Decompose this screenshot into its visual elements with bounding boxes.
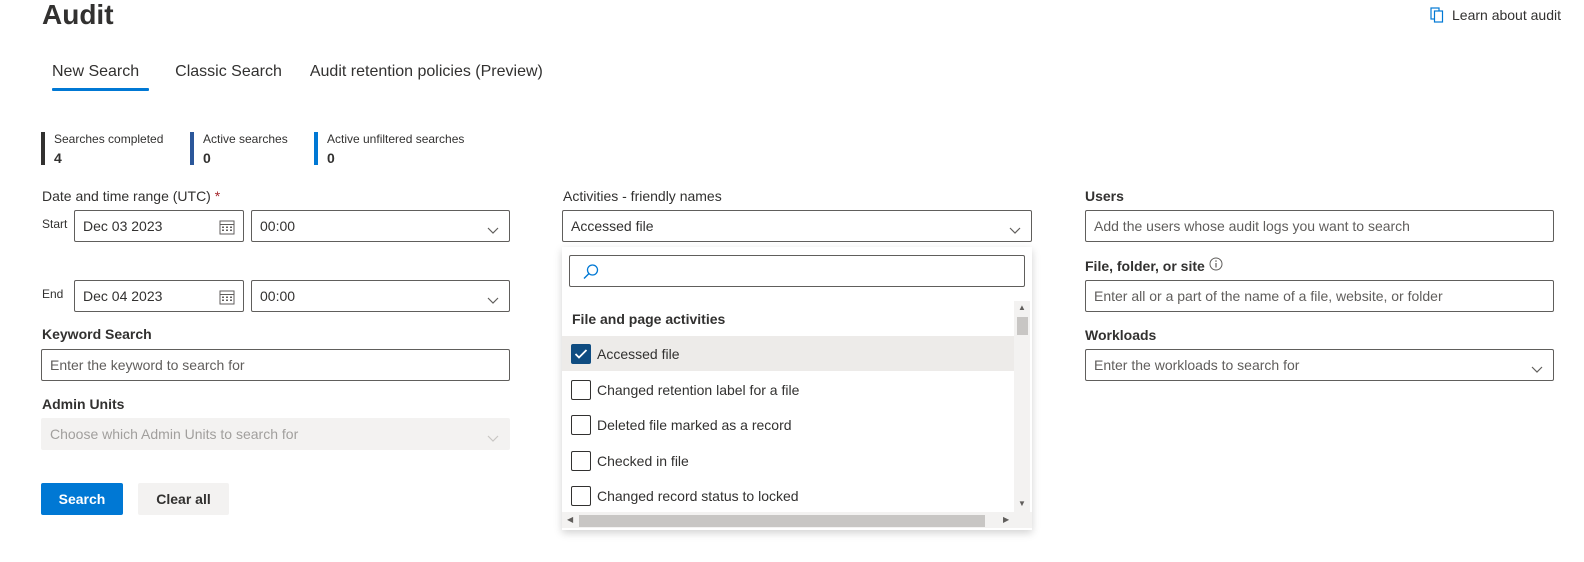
start-date-value: Dec 03 2023 — [83, 218, 163, 234]
search-button[interactable]: Search — [41, 483, 123, 515]
calendar-icon[interactable] — [219, 289, 235, 308]
scrollbar-thumb[interactable] — [579, 515, 985, 527]
checkbox[interactable] — [571, 379, 591, 400]
users-label: Users — [1085, 188, 1124, 204]
tab-new-search[interactable]: New Search — [42, 62, 150, 94]
start-date-input[interactable]: Dec 03 2023 — [74, 210, 244, 242]
calendar-icon[interactable] — [219, 219, 235, 238]
stat-active-unfiltered-searches: Active unfiltered searches 0 — [314, 132, 465, 166]
page-title: Audit — [42, 0, 114, 30]
scroll-right-icon[interactable]: ▶ — [1003, 516, 1009, 524]
workloads-select[interactable]: Enter the workloads to search for — [1085, 349, 1554, 381]
keyword-search-label: Keyword Search — [42, 326, 152, 342]
start-time-select[interactable]: 00:00 — [251, 210, 510, 242]
chevron-down-icon — [1531, 361, 1543, 377]
keyword-search-input[interactable]: Enter the keyword to search for — [41, 349, 510, 381]
activities-selected-value: Accessed file — [571, 218, 654, 234]
option-label: Changed retention label for a file — [597, 381, 800, 398]
checkmark-icon — [574, 348, 588, 359]
scrollbar-thumb[interactable] — [1017, 317, 1028, 335]
horizontal-scrollbar[interactable]: ◀ ▶ — [562, 512, 1032, 528]
stat-label: Active searches — [203, 132, 288, 146]
option-label: Deleted file marked as a record — [597, 416, 792, 433]
end-date-input[interactable]: Dec 04 2023 — [74, 280, 244, 312]
chevron-down-icon — [487, 222, 499, 238]
document-copy-icon — [1430, 7, 1444, 23]
option-label: Changed record status to locked — [597, 487, 799, 504]
option-checked-in-file[interactable]: Checked in file — [562, 443, 1014, 478]
checkbox[interactable] — [571, 414, 591, 435]
option-accessed-file[interactable]: Accessed file — [562, 336, 1014, 371]
scroll-left-icon[interactable]: ◀ — [567, 516, 573, 524]
option-label: Accessed file — [597, 345, 680, 362]
option-changed-record-status-locked[interactable]: Changed record status to locked — [562, 478, 1014, 513]
option-label: Checked in file — [597, 452, 689, 469]
activities-select[interactable]: Accessed file — [562, 210, 1032, 242]
stat-value: 4 — [54, 150, 62, 166]
stat-label: Searches completed — [54, 132, 164, 146]
option-changed-retention-label[interactable]: Changed retention label for a file — [562, 372, 1014, 407]
date-range-label: Date and time range (UTC) * — [42, 187, 220, 205]
end-label: End — [42, 287, 64, 301]
checkbox[interactable] — [571, 485, 591, 506]
tab-bar: New Search Classic Search Audit retentio… — [42, 62, 561, 94]
stat-label: Active unfiltered searches — [327, 132, 465, 146]
stat-value: 0 — [327, 150, 335, 166]
option-deleted-file-record[interactable]: Deleted file marked as a record — [562, 407, 1014, 442]
file-folder-site-label-text: File, folder, or site — [1085, 258, 1205, 274]
chevron-down-icon — [487, 292, 499, 308]
end-time-value: 00:00 — [260, 288, 296, 304]
vertical-scrollbar[interactable]: ▲ ▼ — [1014, 301, 1030, 512]
file-folder-site-input[interactable]: Enter all or a part of the name of a fil… — [1085, 280, 1554, 312]
scroll-up-icon[interactable]: ▲ — [1018, 304, 1026, 312]
learn-about-audit-label: Learn about audit — [1452, 7, 1561, 23]
stat-searches-completed: Searches completed 4 — [41, 132, 164, 166]
required-mark: * — [214, 188, 221, 204]
users-input[interactable]: Add the users whose audit logs you want … — [1085, 210, 1554, 242]
clear-all-button[interactable]: Clear all — [138, 483, 229, 515]
checkbox[interactable] — [571, 450, 591, 471]
admin-units-placeholder: Choose which Admin Units to search for — [50, 426, 299, 442]
workloads-label: Workloads — [1085, 327, 1157, 343]
date-range-label-text: Date and time range (UTC) — [42, 188, 211, 204]
file-folder-site-label: File, folder, or site — [1085, 257, 1223, 275]
start-label: Start — [42, 217, 68, 231]
chevron-down-icon — [487, 430, 499, 446]
tab-audit-retention-policies[interactable]: Audit retention policies (Preview) — [300, 62, 553, 94]
checkbox-checked[interactable] — [571, 343, 591, 364]
info-icon[interactable] — [1209, 257, 1223, 275]
end-time-select[interactable]: 00:00 — [251, 280, 510, 312]
admin-units-label: Admin Units — [42, 396, 125, 412]
admin-units-select: Choose which Admin Units to search for — [41, 418, 510, 450]
activities-dropdown-panel: File and page activities Accessed file C… — [562, 247, 1032, 530]
learn-about-audit-link[interactable]: Learn about audit — [1430, 7, 1561, 23]
start-time-value: 00:00 — [260, 218, 296, 234]
stat-value: 0 — [203, 150, 211, 166]
group-header: File and page activities — [572, 311, 726, 327]
workloads-placeholder: Enter the workloads to search for — [1094, 357, 1300, 373]
activities-label: Activities - friendly names — [563, 188, 722, 204]
scroll-down-icon[interactable]: ▼ — [1018, 500, 1026, 508]
tab-classic-search[interactable]: Classic Search — [165, 62, 292, 94]
chevron-down-icon — [1009, 222, 1021, 238]
end-date-value: Dec 04 2023 — [83, 288, 163, 304]
stat-active-searches: Active searches 0 — [190, 132, 288, 166]
activities-search-input[interactable] — [569, 255, 1025, 287]
